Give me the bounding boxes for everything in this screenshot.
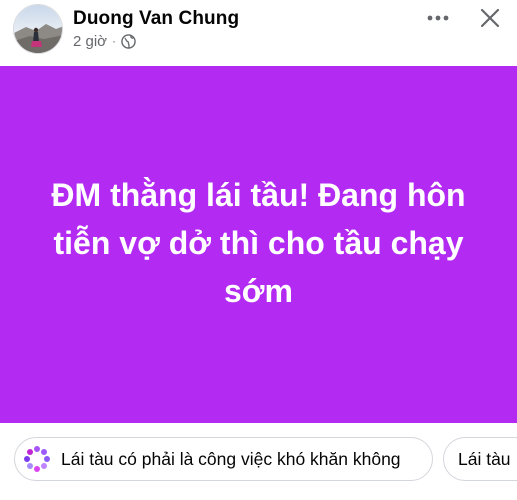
author-name[interactable]: Duong Van Chung	[73, 8, 239, 30]
meta-ai-icon	[22, 444, 52, 474]
post-header: Duong Van Chung 2 giờ ·	[0, 0, 517, 66]
meta-separator: ·	[112, 34, 117, 48]
avatar[interactable]	[13, 4, 63, 54]
more-options-icon	[427, 15, 449, 21]
suggestion-chip[interactable]: Lái tàu	[443, 437, 517, 481]
close-button[interactable]	[474, 3, 506, 33]
more-options-button[interactable]	[423, 6, 453, 30]
suggestion-chip-label: Lái tàu	[458, 448, 511, 469]
post-content-background: ĐM thằng lái tầu! Đang hôn tiễn vợ dở th…	[0, 66, 517, 423]
globe-icon[interactable]	[121, 33, 136, 49]
close-icon	[480, 8, 500, 28]
post-meta: 2 giờ ·	[73, 31, 136, 51]
suggestion-chips: Lái tàu có phải là công việc khó khăn kh…	[0, 423, 517, 500]
post-text: ĐM thằng lái tầu! Đang hôn tiễn vợ dở th…	[51, 176, 466, 309]
suggestion-chip[interactable]: Lái tàu có phải là công việc khó khăn kh…	[14, 437, 433, 481]
post-timestamp[interactable]: 2 giờ	[73, 33, 107, 50]
suggestion-chip-label: Lái tàu có phải là công việc khó khăn kh…	[61, 448, 401, 469]
